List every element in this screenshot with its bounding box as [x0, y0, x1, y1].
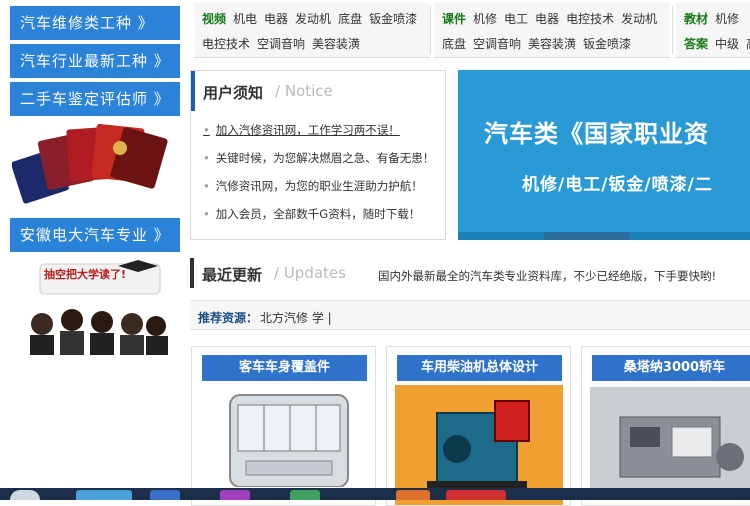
resource-card[interactable]: 桑塔纳3000轿车 [581, 346, 750, 506]
notice-item: 汽修资讯网，为您的职业生涯助力护航！ [203, 178, 423, 194]
category-link[interactable]: 电控技术 [202, 37, 250, 51]
notice-header: 用户须知 / Notice [191, 71, 445, 111]
certificates-image [12, 123, 168, 204]
taskbar-start-icon[interactable] [10, 490, 40, 500]
taskbar-app-icon[interactable] [290, 490, 320, 500]
sidebar-btn-2[interactable]: 二手车鉴定评估师 》 [10, 82, 180, 116]
category-link[interactable]: 电控技术 [566, 12, 614, 26]
category-link[interactable]: 电器 [264, 12, 288, 26]
category-head[interactable]: 教材 [684, 12, 708, 26]
category-link[interactable]: 底盘 [442, 37, 466, 51]
category-link[interactable]: 钣金喷漆 [369, 12, 417, 26]
banner-headline: 汽车类《国家职业资 [484, 120, 709, 148]
category-link[interactable]: 空调音响 [473, 37, 521, 51]
card-title[interactable]: 桑塔纳3000轿车 [592, 355, 750, 381]
recommend-label: 推荐资源： [198, 311, 259, 325]
recommend-bar: 推荐资源： 北方汽修 学 | [190, 300, 750, 330]
notice-title: 用户须知 [203, 84, 264, 102]
category-link[interactable]: 钣金喷漆 [583, 37, 631, 51]
category-link[interactable]: 美容装潢 [528, 37, 576, 51]
resource-card[interactable]: 客车车身覆盖件 [191, 346, 376, 506]
category-divider [672, 6, 673, 54]
notice-item: 加入会员，全部数千G资料，随时下载！ [203, 206, 420, 222]
sidebar-btn-anhui[interactable]: 安徽电大汽车专业 》 [10, 218, 180, 252]
category-link[interactable]: 底盘 [338, 12, 362, 26]
sidebar-btn-1[interactable]: 汽车行业最新工种 》 [10, 44, 180, 78]
category-bar-textbook: 教材机修 答案中级高 [676, 3, 750, 58]
bus-body-image [229, 394, 349, 487]
recommend-value[interactable]: 北方汽修 学 | [260, 309, 332, 326]
updates-title-en: / Updates [274, 264, 346, 282]
card-title[interactable]: 客车车身覆盖件 [202, 355, 367, 381]
notice-panel: 用户须知 / Notice 加入汽修资讯网，工作学习两不误！ 关键时候，为您解决… [190, 70, 446, 240]
taskbar-app-icon[interactable] [446, 490, 506, 500]
taskbar-app-icon[interactable] [76, 490, 132, 500]
category-head[interactable]: 答案 [684, 37, 708, 51]
category-link[interactable]: 中级 [715, 37, 739, 51]
category-link[interactable]: 空调音响 [257, 37, 305, 51]
category-head[interactable]: 视频 [202, 12, 226, 26]
category-link[interactable]: 电器 [535, 12, 559, 26]
updates-description: 国内外最新最全的汽车类专业资料库，不少已经绝版，下手要快哟! [378, 269, 717, 283]
notice-title-en: / Notice [275, 82, 333, 100]
resource-card[interactable]: 车用柴油机总体设计 [386, 346, 571, 506]
category-bar-courseware: 课件 机修 电工 电器 电控技术 发动机 底盘 空调音响 美容装潢 钣金喷漆 [434, 3, 670, 58]
category-link[interactable]: 高 [746, 37, 750, 51]
category-head[interactable]: 课件 [442, 12, 466, 26]
diesel-engine-image [427, 400, 530, 491]
car-engine-image [590, 387, 750, 497]
category-link[interactable]: 发动机 [621, 12, 657, 26]
taskbar-app-icon[interactable] [150, 490, 180, 500]
sidebar-btn-0[interactable]: 汽车维修类工种 》 [10, 6, 180, 40]
category-bar-video: 视频 机电 电器 发动机 底盘 钣金喷漆 电控技术 空调音响 美容装潢 [194, 3, 430, 58]
banner-subline: 机修/电工/钣金/喷漆/二 [522, 175, 713, 195]
category-divider [430, 6, 431, 54]
category-link[interactable]: 美容装潢 [312, 37, 360, 51]
category-link[interactable]: 机电 [233, 12, 257, 26]
promo-banner[interactable]: 汽车类《国家职业资 机修/电工/钣金/喷漆/二 [458, 70, 750, 240]
banner-slide-indicator[interactable] [544, 232, 630, 240]
category-link[interactable]: 机修 [715, 12, 739, 26]
category-link[interactable]: 电工 [504, 12, 528, 26]
taskbar-app-icon[interactable] [220, 490, 250, 500]
category-link[interactable]: 发动机 [295, 12, 331, 26]
students-banner-text: 抽空把大学读了! [44, 268, 127, 281]
card-title[interactable]: 车用柴油机总体设计 [397, 355, 562, 381]
category-link[interactable]: 机修 [473, 12, 497, 26]
notice-item: 关键时候，为您解决燃眉之急、有备无患！ [203, 150, 435, 166]
notice-item[interactable]: 加入汽修资讯网，工作学习两不误！ [203, 122, 400, 138]
updates-title: 最近更新 [202, 266, 263, 284]
updates-header: 最近更新 / Updates 国内外最新最全的汽车类专业资料库，不少已经绝版，下… [190, 258, 750, 288]
taskbar-app-icon[interactable] [396, 490, 430, 500]
